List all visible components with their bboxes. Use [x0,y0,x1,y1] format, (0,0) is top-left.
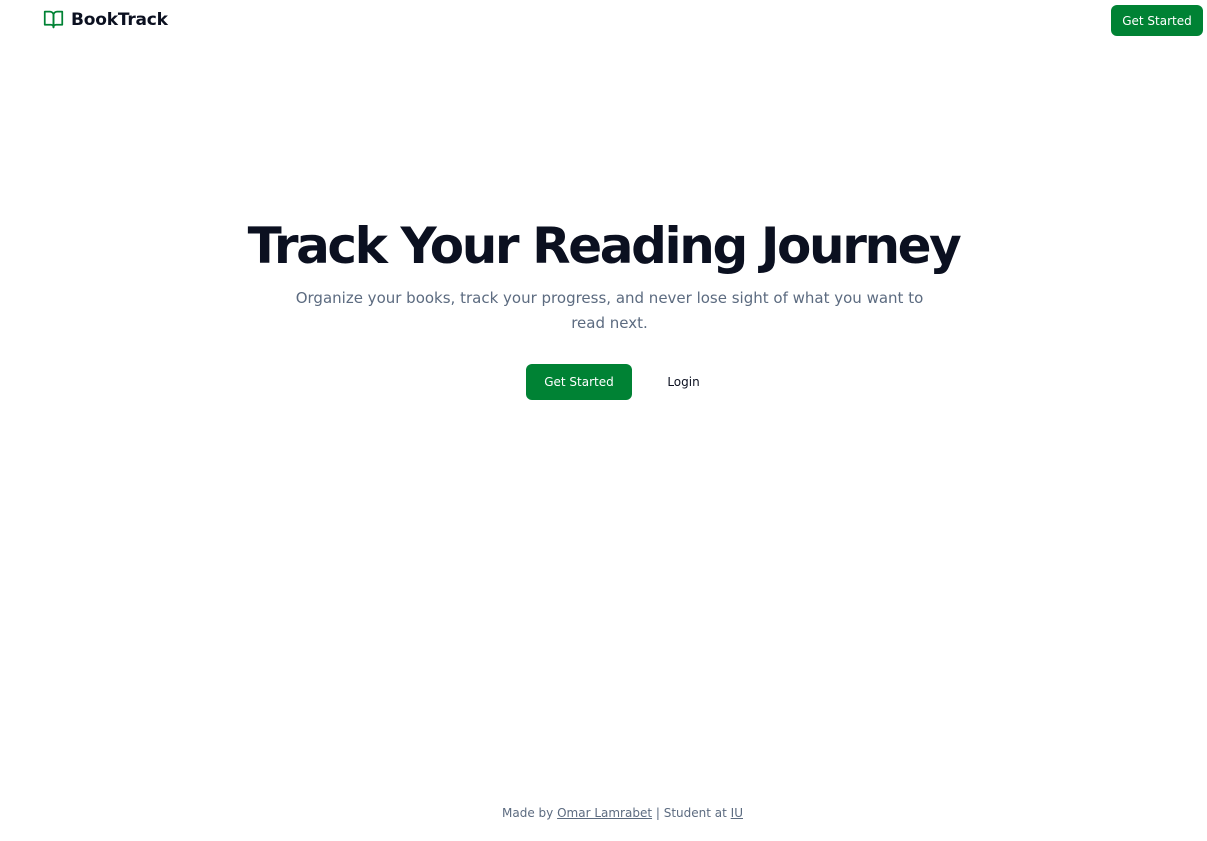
brand-name: BookTrack [71,9,168,30]
open-book-icon [43,10,64,29]
header-get-started-button[interactable]: Get Started [1111,5,1203,36]
footer-separator: | Student at [655,806,727,820]
school-link[interactable]: IU [731,806,743,820]
hero-get-started-button[interactable]: Get Started [526,364,632,400]
footer-prefix: Made by [502,806,554,820]
hero-actions: Get Started Login [0,364,1207,400]
login-button[interactable]: Login [650,364,717,400]
footer: Made by Omar Lamrabet | Student at IU [0,806,1207,820]
top-nav: BookTrack Get Started [0,0,1207,40]
hero-title: Track Your Reading Journey [247,217,962,275]
brand-link[interactable]: BookTrack [43,9,168,30]
hero-subtitle: Organize your books, track your progress… [295,289,924,332]
hero-section: Track Your Reading Journey Organize your… [0,214,1207,400]
author-link[interactable]: Omar Lamrabet [557,806,652,820]
